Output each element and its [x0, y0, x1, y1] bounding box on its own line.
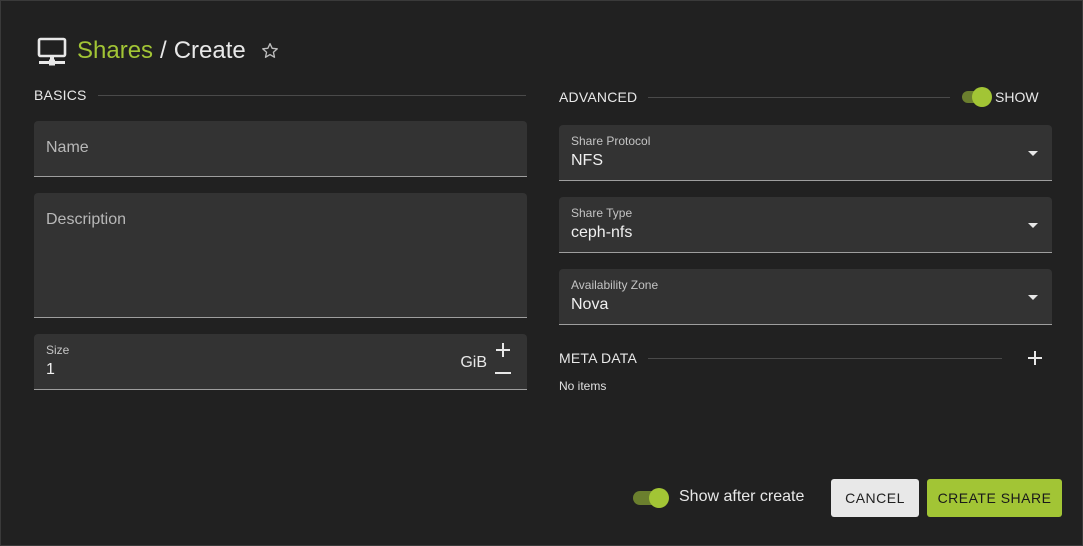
chevron-down-icon: [1028, 295, 1038, 300]
size-label: Size: [46, 343, 70, 357]
increment-icon[interactable]: [495, 342, 511, 358]
monitor-icon: [37, 37, 67, 66]
description-placeholder: Description: [46, 211, 127, 228]
toggle-thumb: [972, 87, 992, 107]
toggle-thumb: [649, 488, 669, 508]
name-field[interactable]: Name: [34, 121, 527, 177]
advanced-show-toggle[interactable]: [962, 87, 992, 107]
advanced-show-label: SHOW: [995, 89, 1039, 105]
share-type-select[interactable]: Share Type ceph-nfs: [559, 197, 1052, 253]
decrement-icon[interactable]: [495, 372, 511, 374]
availability-zone-label: Availability Zone: [571, 278, 659, 292]
size-unit: GiB: [460, 354, 487, 371]
add-metadata-icon[interactable]: [1027, 350, 1043, 366]
advanced-section-title: ADVANCED: [559, 89, 638, 105]
size-value: 1: [46, 361, 55, 378]
show-after-create-label: Show after create: [679, 488, 805, 505]
share-type-value: ceph-nfs: [571, 224, 633, 241]
description-field[interactable]: Description: [34, 193, 527, 318]
share-protocol-select[interactable]: Share Protocol NFS: [559, 125, 1052, 181]
meta-data-divider: [648, 358, 1002, 359]
star-outline-icon[interactable]: [260, 41, 280, 61]
page-title: Create: [173, 37, 246, 64]
meta-data-empty-text: No items: [559, 379, 607, 393]
meta-data-section-title: META DATA: [559, 350, 638, 366]
chevron-down-icon: [1028, 223, 1038, 228]
basics-section-title: BASICS: [34, 87, 87, 103]
advanced-divider: [648, 97, 950, 98]
size-field[interactable]: Size 1 GiB: [34, 334, 527, 390]
create-share-button[interactable]: CREATE SHARE: [927, 479, 1062, 517]
show-after-create-toggle[interactable]: [633, 488, 669, 508]
share-type-label: Share Type: [571, 206, 633, 220]
share-protocol-value: NFS: [571, 152, 603, 169]
name-placeholder: Name: [46, 139, 89, 156]
share-protocol-label: Share Protocol: [571, 134, 651, 148]
basics-divider: [98, 95, 526, 96]
availability-zone-select[interactable]: Availability Zone Nova: [559, 269, 1052, 325]
cancel-button[interactable]: CANCEL: [831, 479, 919, 517]
breadcrumb-shares-link[interactable]: Shares: [77, 37, 153, 65]
breadcrumb-separator: /: [160, 37, 167, 64]
chevron-down-icon: [1028, 151, 1038, 156]
dialog-frame: Shares / Create BASICS Name Description …: [0, 0, 1083, 546]
availability-zone-value: Nova: [571, 296, 609, 313]
page-header: Shares / Create: [37, 35, 280, 67]
